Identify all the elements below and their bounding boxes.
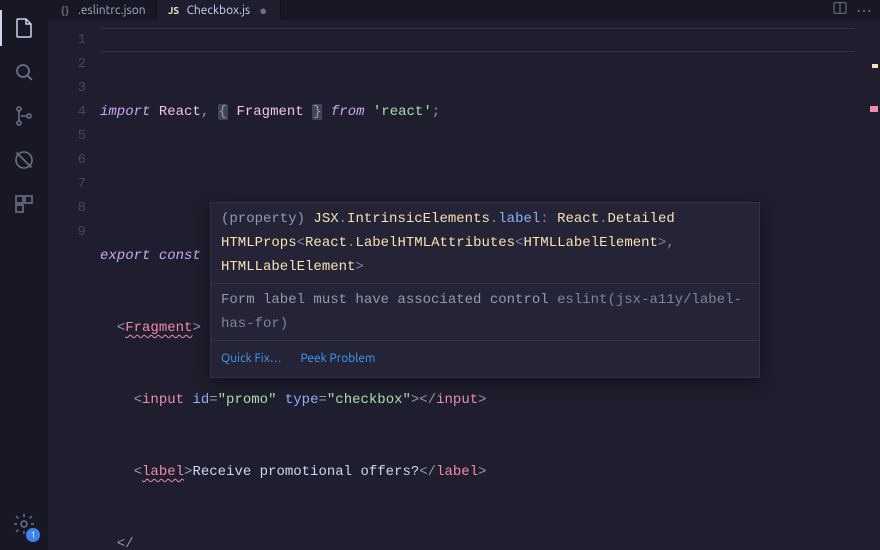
more-actions-icon[interactable]: ⋯ (856, 1, 872, 20)
overview-warning-marker[interactable] (872, 64, 878, 68)
hover-lint-message: Form label must have associated control … (211, 283, 759, 340)
overview-ruler[interactable] (866, 20, 880, 550)
tab-label: Checkbox.js (187, 4, 251, 17)
peek-problem-link[interactable]: Peek Problem (300, 352, 375, 365)
js-icon: JS (167, 3, 181, 17)
editor-area: {} .eslintrc.json JS Checkbox.js ● ⋯ 123… (48, 0, 880, 550)
activity-extensions[interactable] (0, 182, 48, 226)
activity-bar: 1 (0, 0, 48, 550)
activity-settings[interactable]: 1 (0, 502, 48, 546)
hover-signature: (property) JSX.IntrinsicElements.label: … (211, 203, 759, 283)
hover-tooltip: (property) JSX.IntrinsicElements.label: … (210, 202, 760, 378)
tab-bar: {} .eslintrc.json JS Checkbox.js ● ⋯ (48, 0, 880, 20)
json-icon: {} (58, 3, 72, 17)
current-line-highlight (100, 28, 854, 52)
activity-scm[interactable] (0, 94, 48, 138)
overview-error-marker[interactable] (870, 106, 878, 112)
tab-checkbox-js[interactable]: JS Checkbox.js ● (157, 0, 282, 20)
hover-actions: Quick Fix… Peek Problem (211, 340, 759, 377)
activity-explorer[interactable] (0, 6, 48, 50)
split-editor-icon[interactable] (832, 0, 848, 20)
activity-debug[interactable] (0, 138, 48, 182)
tab-dirty-icon[interactable]: ● (256, 3, 270, 17)
activity-search[interactable] (0, 50, 48, 94)
tab-eslintrc[interactable]: {} .eslintrc.json (48, 0, 157, 20)
code-editor[interactable]: 123456789 import React, { Fragment } fro… (48, 20, 880, 550)
line-gutter: 123456789 (48, 20, 100, 550)
tab-label: .eslintrc.json (78, 4, 146, 17)
quick-fix-link[interactable]: Quick Fix… (221, 352, 282, 365)
settings-badge: 1 (26, 528, 40, 542)
